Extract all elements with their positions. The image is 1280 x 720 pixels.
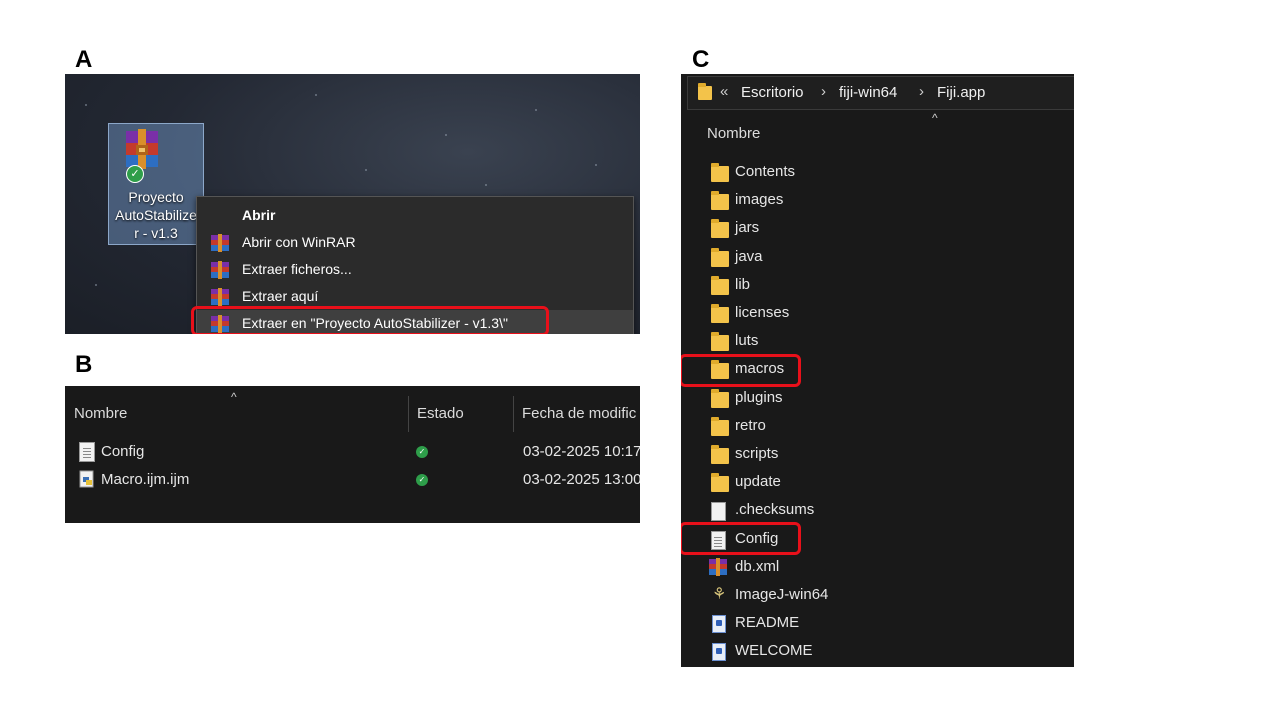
sync-check-icon: ✓ [126,165,144,183]
folder-icon [711,219,729,239]
winrar-icon [211,261,229,279]
desktop-context-menu-panel: ✓ Proyecto AutoStabilize r - v1.3 Abrir … [65,74,640,334]
file-row-plugins[interactable]: plugins [681,384,1074,412]
breadcrumb-item[interactable]: Fiji.app [937,84,985,101]
file-row-licenses[interactable]: licenses [681,299,1074,327]
file-row-macro[interactable]: Macro.ijm.ijm ✓ 03-02-2025 13:00 [65,466,640,494]
file-name-label: luts [735,332,759,350]
file-name-label: jars [735,219,760,237]
panel-label-c: C [692,46,710,73]
file-row-java[interactable]: java [681,243,1074,271]
file-row-readme[interactable]: README [681,609,1074,637]
file-name-label: WELCOME [735,642,813,660]
file-row-config[interactable]: Config ✓ 03-02-2025 10:17 [65,438,640,466]
address-bar[interactable]: « Escritorio › fiji-win64 › Fiji.app [687,76,1074,110]
file-row-checksums[interactable]: .checksums [681,496,1074,524]
readme-document-icon [712,643,726,662]
winrar-icon [211,288,229,306]
menu-item-extract-files[interactable]: Extraer ficheros... [197,256,633,283]
file-row-jars[interactable]: jars [681,214,1074,242]
folder-icon [711,275,729,295]
file-row-welcome[interactable]: WELCOME [681,637,1074,665]
file-row-scripts[interactable]: scripts [681,440,1074,468]
file-row-imagej-win64[interactable]: ⚘ ImageJ-win64 [681,581,1074,609]
file-row-contents[interactable]: Contents [681,158,1074,186]
highlight-box-config [681,522,801,555]
column-header-name[interactable]: Nombre [74,405,127,422]
text-file-icon [79,442,95,462]
winrar-archive-desktop-icon[interactable]: ✓ Proyecto AutoStabilize r - v1.3 [108,123,204,245]
panel-label-a: A [75,46,93,73]
breadcrumb-overflow[interactable]: « [720,83,728,100]
file-row-lib[interactable]: lib [681,271,1074,299]
folder-icon [711,445,729,464]
readme-document-icon [712,615,726,634]
sort-ascending-icon: ^ [231,390,237,404]
breadcrumb-item[interactable]: fiji-win64 [839,84,897,101]
winrar-icon [709,557,727,576]
file-name-label: java [735,247,763,265]
column-header-status[interactable]: Estado [417,405,464,422]
sort-ascending-icon: ^ [932,111,938,125]
folder-icon [711,304,729,323]
file-list-panel: ^ Nombre Estado Fecha de modific Config … [65,386,640,523]
imagej-exe-icon: ⚘ [712,586,727,603]
folder-icon [711,247,729,267]
file-name-label: ImageJ-win64 [735,586,829,603]
file-name-label: retro [735,416,766,434]
column-header-date-modified[interactable]: Fecha de modific [522,405,636,422]
folder-icon [711,416,729,436]
file-name-label: scripts [735,445,779,462]
file-name-label: lib [735,275,751,293]
breadcrumb-item[interactable]: Escritorio [741,84,804,101]
chevron-right-icon[interactable]: › [919,83,924,100]
folder-icon [711,163,729,182]
file-row-retro[interactable]: retro [681,412,1074,440]
file-name-label: db.xml [735,557,780,575]
desktop-icon-label: Proyecto AutoStabilize r - v1.3 [115,189,197,241]
file-name-label: .checksums [735,501,815,519]
file-name-label: images [735,191,784,209]
blank-file-icon [711,502,726,522]
menu-item-open[interactable]: Abrir [197,202,633,229]
highlight-box [191,306,549,334]
folder-icon [711,332,729,352]
status-synced-icon: ✓ [416,446,428,458]
folder-icon [698,83,712,100]
highlight-box-macros [681,354,801,387]
folder-icon [711,473,729,493]
column-header-name[interactable]: Nombre [707,125,760,142]
file-name-label: plugins [735,388,783,406]
status-synced-icon: ✓ [416,474,428,486]
file-name-label: Contents [735,163,796,180]
explorer-panel: « Escritorio › fiji-win64 › Fiji.app ^ N… [681,74,1074,667]
file-row-luts[interactable]: luts [681,327,1074,355]
column-divider[interactable] [513,396,514,432]
file-row-update[interactable]: update [681,468,1074,496]
column-divider[interactable] [408,396,409,432]
chevron-right-icon[interactable]: › [821,83,826,100]
folder-icon [711,191,729,211]
folder-icon [711,388,729,408]
winrar-icon [211,234,229,252]
panel-label-b: B [75,351,93,378]
menu-item-open-with-winrar[interactable]: Abrir con WinRAR [197,229,633,256]
file-row-images[interactable]: images [681,186,1074,214]
file-row-db-xml[interactable]: db.xml [681,553,1074,581]
python-script-icon [79,470,94,488]
file-name-label: licenses [735,304,790,321]
file-name-label: update [735,473,781,491]
file-name-label: README [735,614,800,632]
